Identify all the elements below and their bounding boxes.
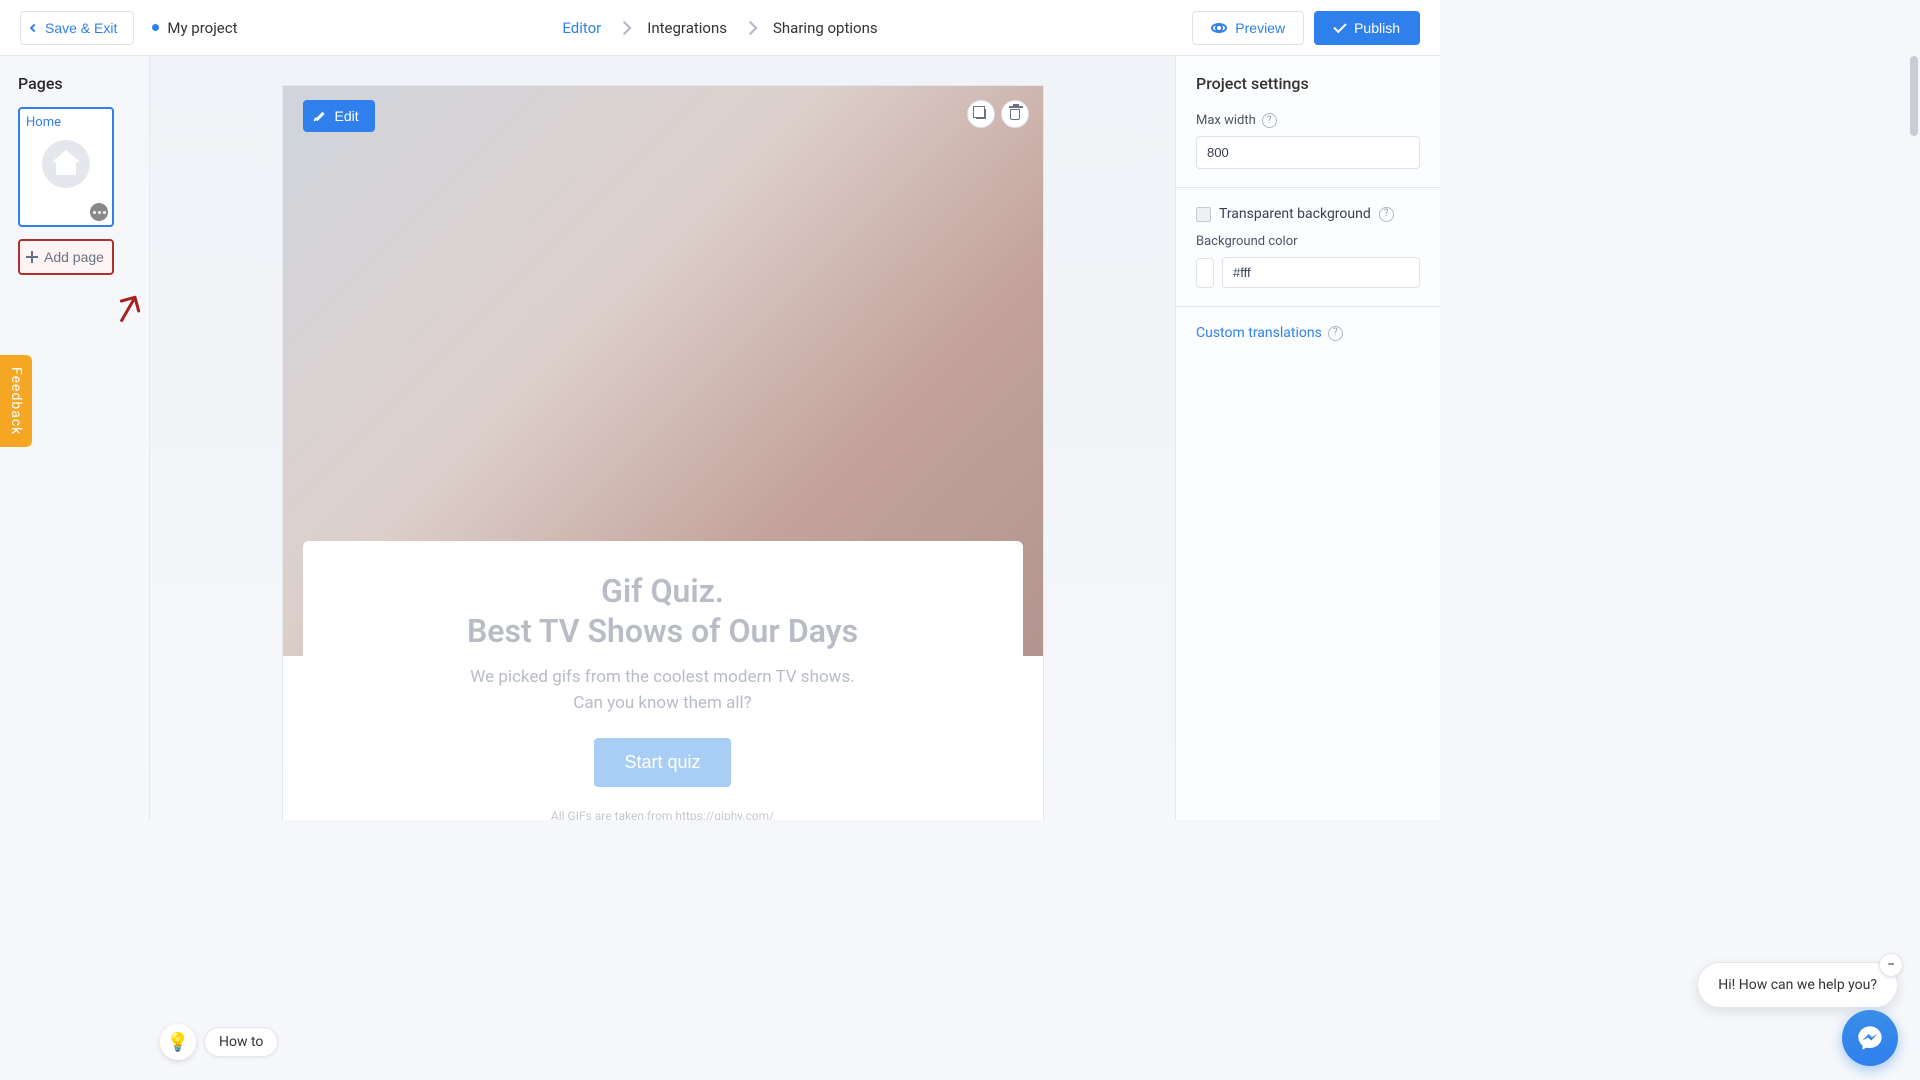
- divider: [1176, 187, 1440, 188]
- quiz-desc-line1: We picked gifs from the coolest modern T…: [470, 667, 854, 687]
- block-actions: [967, 100, 1029, 128]
- add-page-button[interactable]: Add page: [18, 239, 114, 275]
- quiz-title-line2: Best TV Shows of Our Days: [467, 612, 858, 650]
- help-icon[interactable]: ?: [1379, 207, 1394, 222]
- help-icon[interactable]: ?: [1328, 326, 1343, 341]
- quiz-description: We picked gifs from the coolest modern T…: [333, 665, 993, 716]
- quiz-footnote: All GIFs are taken from https://giphy.co…: [333, 809, 993, 820]
- quiz-desc-line2: Can you know them all?: [573, 693, 751, 713]
- add-page-label: Add page: [44, 249, 104, 265]
- chat-message-bubble[interactable]: Hi! How can we help you? −: [1697, 962, 1898, 1008]
- scrollbar[interactable]: [1910, 56, 1918, 136]
- preview-label: Preview: [1235, 20, 1285, 36]
- feedback-tab[interactable]: Feedback: [0, 355, 32, 447]
- copy-icon: [976, 109, 986, 119]
- pages-heading: Pages: [18, 74, 139, 93]
- canvas-area[interactable]: Edit Gif Quiz. Best TV Shows of Our Days…: [150, 56, 1175, 820]
- chat-close-button[interactable]: −: [1879, 953, 1903, 977]
- bg-color-field: Background color: [1196, 234, 1420, 288]
- publish-label: Publish: [1354, 20, 1400, 36]
- main: Pages Home Add page Edit: [0, 56, 1440, 820]
- project-name-label: My project: [167, 19, 237, 37]
- page-options-button[interactable]: [90, 203, 108, 221]
- custom-translations-row[interactable]: Custom translations ?: [1196, 325, 1420, 341]
- howto-label: How to: [204, 1027, 278, 1057]
- transparent-bg-row[interactable]: Transparent background ?: [1196, 206, 1420, 222]
- duplicate-block-button[interactable]: [967, 100, 995, 128]
- start-quiz-button[interactable]: Start quiz: [594, 738, 730, 787]
- messenger-icon: [1856, 1024, 1884, 1052]
- chat-message-text: Hi! How can we help you?: [1718, 977, 1877, 993]
- settings-heading: Project settings: [1196, 74, 1420, 93]
- help-icon[interactable]: ?: [1262, 113, 1277, 128]
- bg-color-input[interactable]: [1222, 257, 1420, 288]
- edit-block-button[interactable]: Edit: [303, 100, 375, 132]
- transparent-bg-checkbox[interactable]: [1196, 207, 1211, 222]
- top-nav: Editor Integrations Sharing options: [562, 19, 877, 37]
- nav-step-sharing[interactable]: Sharing options: [773, 19, 878, 37]
- quiz-title-line1: Gif Quiz.: [601, 572, 724, 610]
- divider: [1176, 306, 1440, 307]
- bg-color-label: Background color: [1196, 234, 1420, 249]
- eye-icon: [1211, 23, 1227, 33]
- custom-translations-link[interactable]: Custom translations: [1196, 325, 1322, 341]
- bulb-icon: 💡: [160, 1024, 196, 1060]
- save-exit-label: Save & Exit: [45, 20, 117, 36]
- topbar: Save & Exit My project Editor Integratio…: [0, 0, 1440, 56]
- annotation-arrow-icon: [109, 283, 151, 328]
- max-width-input[interactable]: [1196, 136, 1420, 169]
- chevron-left-icon: [30, 23, 38, 31]
- project-name[interactable]: My project: [152, 19, 237, 37]
- check-icon: [1333, 19, 1346, 32]
- howto-widget[interactable]: 💡 How to: [160, 1024, 278, 1060]
- home-icon: [42, 140, 90, 188]
- quiz-title: Gif Quiz. Best TV Shows of Our Days: [333, 571, 993, 651]
- nav-step-editor[interactable]: Editor: [562, 19, 601, 37]
- nav-step-integrations[interactable]: Integrations: [647, 19, 727, 37]
- max-width-label: Max width ?: [1196, 113, 1420, 128]
- save-exit-button[interactable]: Save & Exit: [20, 11, 134, 45]
- quiz-intro-card: Gif Quiz. Best TV Shows of Our Days We p…: [303, 541, 1023, 820]
- project-settings-panel: Project settings Max width ? Transparent…: [1175, 56, 1440, 820]
- edit-label: Edit: [335, 108, 359, 124]
- bg-color-row: [1196, 257, 1420, 288]
- page-thumb-label: Home: [26, 115, 106, 130]
- preview-button[interactable]: Preview: [1192, 11, 1304, 45]
- page-thumb-home[interactable]: Home: [18, 107, 114, 227]
- chat-launcher-button[interactable]: [1842, 1010, 1898, 1066]
- plus-icon: [26, 251, 38, 263]
- max-width-label-text: Max width: [1196, 113, 1256, 128]
- delete-block-button[interactable]: [1001, 100, 1029, 128]
- chevron-right-icon: [617, 20, 631, 34]
- max-width-field: Max width ?: [1196, 113, 1420, 169]
- chevron-right-icon: [743, 20, 757, 34]
- canvas[interactable]: Edit Gif Quiz. Best TV Shows of Our Days…: [283, 86, 1043, 820]
- trash-icon: [1010, 109, 1020, 120]
- bg-color-swatch[interactable]: [1196, 258, 1214, 288]
- publish-button[interactable]: Publish: [1314, 11, 1420, 45]
- transparent-bg-label: Transparent background: [1219, 206, 1371, 222]
- topbar-right: Preview Publish: [1192, 11, 1420, 45]
- pencil-icon: [315, 110, 327, 122]
